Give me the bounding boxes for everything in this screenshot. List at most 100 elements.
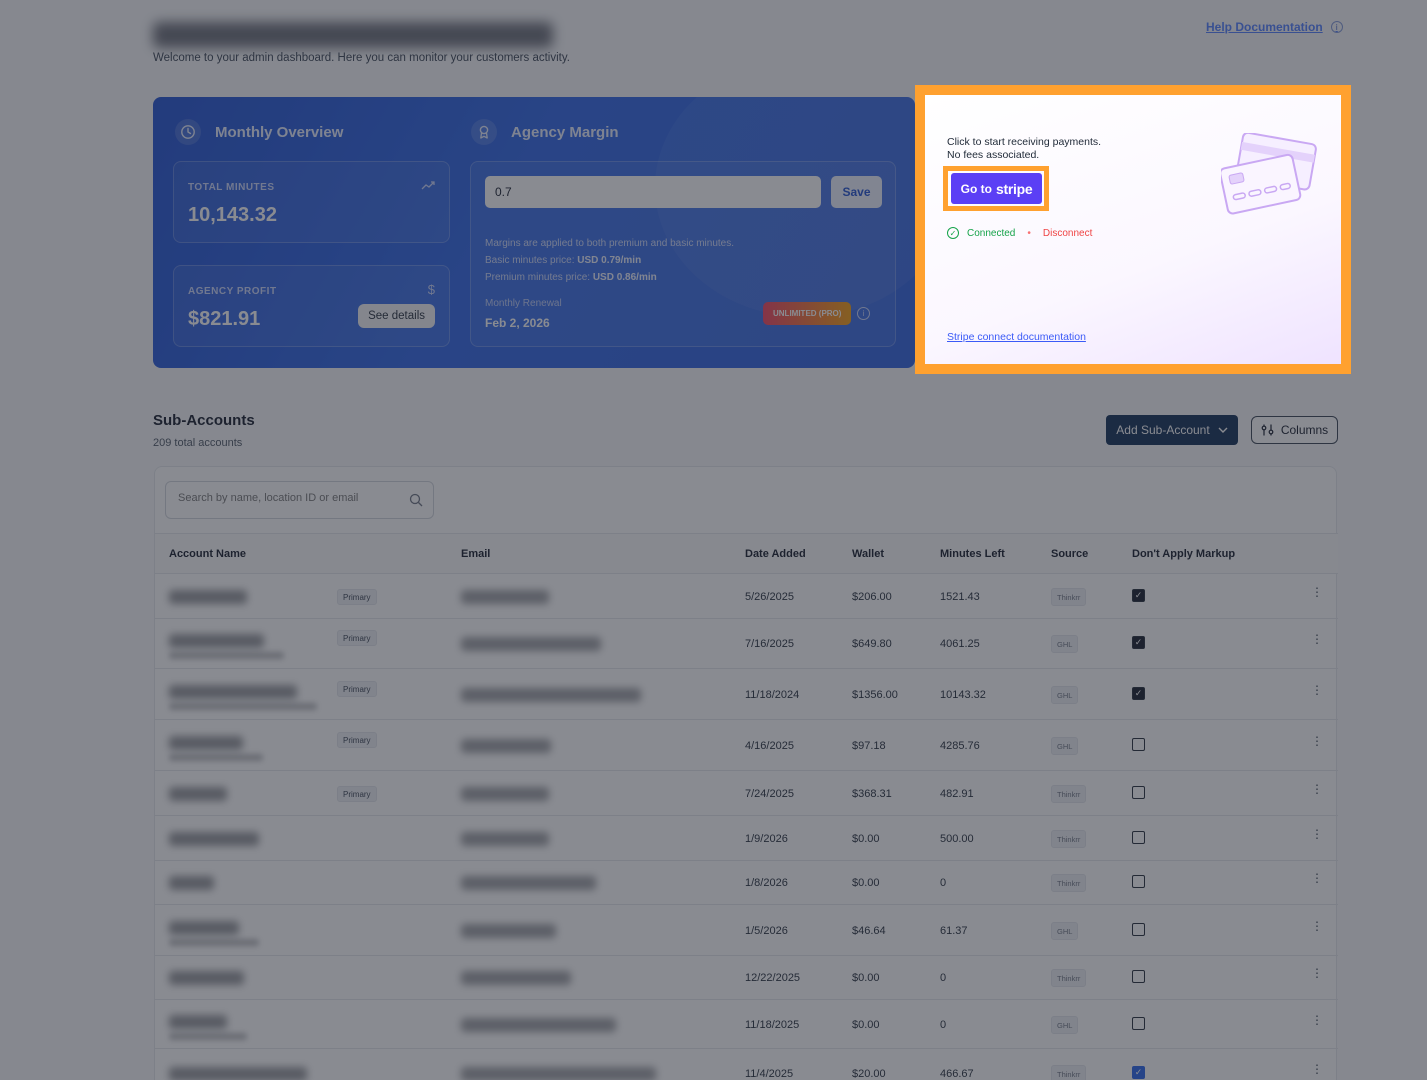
more-options-icon[interactable]: ⋮ — [1311, 633, 1323, 645]
date-added-cell: 1/8/2026 — [745, 877, 788, 889]
minutes-left-cell: 500.00 — [940, 833, 974, 845]
see-details-button[interactable]: See details — [358, 304, 435, 328]
source-badge: Thinkrr — [1051, 785, 1087, 803]
more-options-icon[interactable]: ⋮ — [1311, 828, 1323, 840]
dont-apply-markup-checkbox[interactable]: ✓ — [1132, 1066, 1145, 1079]
account-subtitle-redacted — [169, 1033, 247, 1040]
dont-apply-markup-checkbox[interactable] — [1132, 875, 1145, 888]
go-to-label: Go to — [960, 181, 992, 196]
table-row[interactable]: 11/18/2025 $0.00 0 GHL ⋮ — [155, 1000, 1338, 1049]
monthly-overview-title: Monthly Overview — [215, 123, 344, 141]
column-header-minutes-left[interactable]: Minutes Left — [940, 548, 1005, 560]
agency-margin-card: Save Margins are applied to both premium… — [470, 161, 896, 347]
email-redacted — [461, 739, 551, 753]
column-header-wallet[interactable]: Wallet — [852, 548, 884, 560]
column-header-account-name[interactable]: Account Name — [169, 548, 246, 560]
column-header-dont-apply-markup[interactable]: Don't Apply Markup — [1132, 548, 1235, 560]
table-row[interactable]: Primary 4/16/2025 $97.18 4285.76 GHL ⋮ — [155, 720, 1338, 771]
wallet-cell: $0.00 — [852, 972, 880, 984]
account-name-redacted — [169, 736, 243, 750]
wallet-cell: $97.18 — [852, 740, 886, 752]
go-to-stripe-button[interactable]: Go to stripe — [951, 173, 1042, 204]
help-documentation-link[interactable]: Help Documentation i — [1206, 20, 1343, 34]
plan-info-icon[interactable]: i — [857, 307, 870, 320]
wallet-cell: $0.00 — [852, 833, 880, 845]
save-margin-button[interactable]: Save — [831, 176, 882, 208]
dont-apply-markup-checkbox[interactable] — [1132, 923, 1145, 936]
dont-apply-markup-checkbox[interactable]: ✓ — [1132, 687, 1145, 700]
monthly-overview-heading: Monthly Overview — [175, 119, 343, 145]
table-row[interactable]: Primary 5/26/2025 $206.00 1521.43 Thinkrr ✓ ⋮ — [155, 574, 1338, 619]
primary-badge: Primary — [337, 589, 377, 605]
wallet-cell: $0.00 — [852, 1019, 880, 1031]
dont-apply-markup-checkbox[interactable]: ✓ — [1132, 636, 1145, 649]
stripe-description: Click to start receiving payments. No fe… — [947, 136, 1101, 162]
account-subtitle-redacted — [169, 754, 263, 761]
table-row[interactable]: Primary 7/16/2025 $649.80 4061.25 GHL ✓ ⋮ — [155, 619, 1338, 669]
margin-input[interactable] — [485, 176, 821, 208]
more-options-icon[interactable]: ⋮ — [1311, 1014, 1323, 1026]
table-row[interactable]: 1/9/2026 $0.00 500.00 Thinkrr ⋮ — [155, 816, 1338, 861]
add-sub-account-button[interactable]: Add Sub-Account — [1106, 415, 1238, 445]
wallet-cell: $46.64 — [852, 925, 886, 937]
search-icon — [409, 493, 423, 507]
source-badge: GHL — [1051, 635, 1079, 653]
account-name-redacted — [169, 634, 264, 648]
dont-apply-markup-checkbox[interactable] — [1132, 831, 1145, 844]
wallet-cell: $649.80 — [852, 638, 892, 650]
page-title-redacted — [153, 22, 553, 48]
more-options-icon[interactable]: ⋮ — [1311, 586, 1323, 598]
minutes-left-cell: 4285.76 — [940, 740, 980, 752]
more-options-icon[interactable]: ⋮ — [1311, 920, 1323, 932]
minutes-left-cell: 0 — [940, 972, 947, 984]
plan-badge: UNLIMITED (PRO) — [763, 302, 852, 325]
check-circle-icon: ✓ — [947, 227, 959, 239]
account-name-redacted — [169, 1067, 307, 1080]
email-redacted — [461, 924, 556, 938]
clock-icon — [175, 119, 201, 145]
more-options-icon[interactable]: ⋮ — [1311, 1063, 1323, 1075]
more-options-icon[interactable]: ⋮ — [1311, 872, 1323, 884]
account-name-redacted — [169, 685, 297, 699]
table-row[interactable]: 1/5/2026 $46.64 61.37 GHL ⋮ — [155, 905, 1338, 956]
credit-cards-illustration — [1221, 133, 1317, 215]
column-header-date-added[interactable]: Date Added — [745, 548, 806, 560]
separator-dot: • — [1027, 227, 1031, 239]
wallet-cell: $1356.00 — [852, 689, 898, 701]
date-added-cell: 5/26/2025 — [745, 591, 794, 603]
add-sub-account-label: Add Sub-Account — [1116, 423, 1210, 437]
email-redacted — [461, 876, 596, 890]
search-input[interactable] — [178, 492, 398, 504]
column-header-email[interactable]: Email — [461, 548, 490, 560]
dont-apply-markup-checkbox[interactable] — [1132, 970, 1145, 983]
account-name-redacted — [169, 1015, 227, 1029]
more-options-icon[interactable]: ⋮ — [1311, 783, 1323, 795]
stripe-documentation-link[interactable]: Stripe connect documentation — [947, 331, 1086, 343]
date-added-cell: 11/18/2025 — [745, 1019, 800, 1031]
dont-apply-markup-checkbox[interactable] — [1132, 1017, 1145, 1030]
minutes-left-cell: 0 — [940, 877, 947, 889]
source-badge: GHL — [1051, 737, 1079, 755]
columns-button[interactable]: Columns — [1251, 416, 1338, 444]
dont-apply-markup-checkbox[interactable] — [1132, 786, 1145, 799]
account-name-redacted — [169, 971, 244, 985]
email-redacted — [461, 637, 601, 651]
column-header-source[interactable]: Source — [1051, 548, 1088, 560]
table-row[interactable]: Primary 11/18/2024 $1356.00 10143.32 GHL ✓ ⋮ — [155, 669, 1338, 720]
more-options-icon[interactable]: ⋮ — [1311, 967, 1323, 979]
dont-apply-markup-checkbox[interactable] — [1132, 738, 1145, 751]
sub-accounts-table: Account Name Email Date Added Wallet Min… — [154, 466, 1338, 1080]
disconnect-link[interactable]: Disconnect — [1043, 228, 1092, 239]
table-row[interactable]: 11/4/2025 $20.00 466.67 Thinkrr ✓ ⋮ — [155, 1049, 1338, 1080]
table-row[interactable]: 12/22/2025 $0.00 0 Thinkrr ⋮ — [155, 956, 1338, 1000]
minutes-left-cell: 466.67 — [940, 1068, 974, 1080]
table-row[interactable]: 1/8/2026 $0.00 0 Thinkrr ⋮ — [155, 861, 1338, 905]
dont-apply-markup-checkbox[interactable]: ✓ — [1132, 589, 1145, 602]
table-row[interactable]: Primary 7/24/2025 $368.31 482.91 Thinkrr ⋮ — [155, 771, 1338, 816]
date-added-cell: 11/18/2024 — [745, 689, 800, 701]
more-options-icon[interactable]: ⋮ — [1311, 684, 1323, 696]
monthly-renewal-date: Feb 2, 2026 — [485, 316, 550, 330]
more-options-icon[interactable]: ⋮ — [1311, 735, 1323, 747]
info-icon: i — [1330, 21, 1343, 33]
stripe-connect-card: Click to start receiving payments. No fe… — [925, 95, 1341, 364]
